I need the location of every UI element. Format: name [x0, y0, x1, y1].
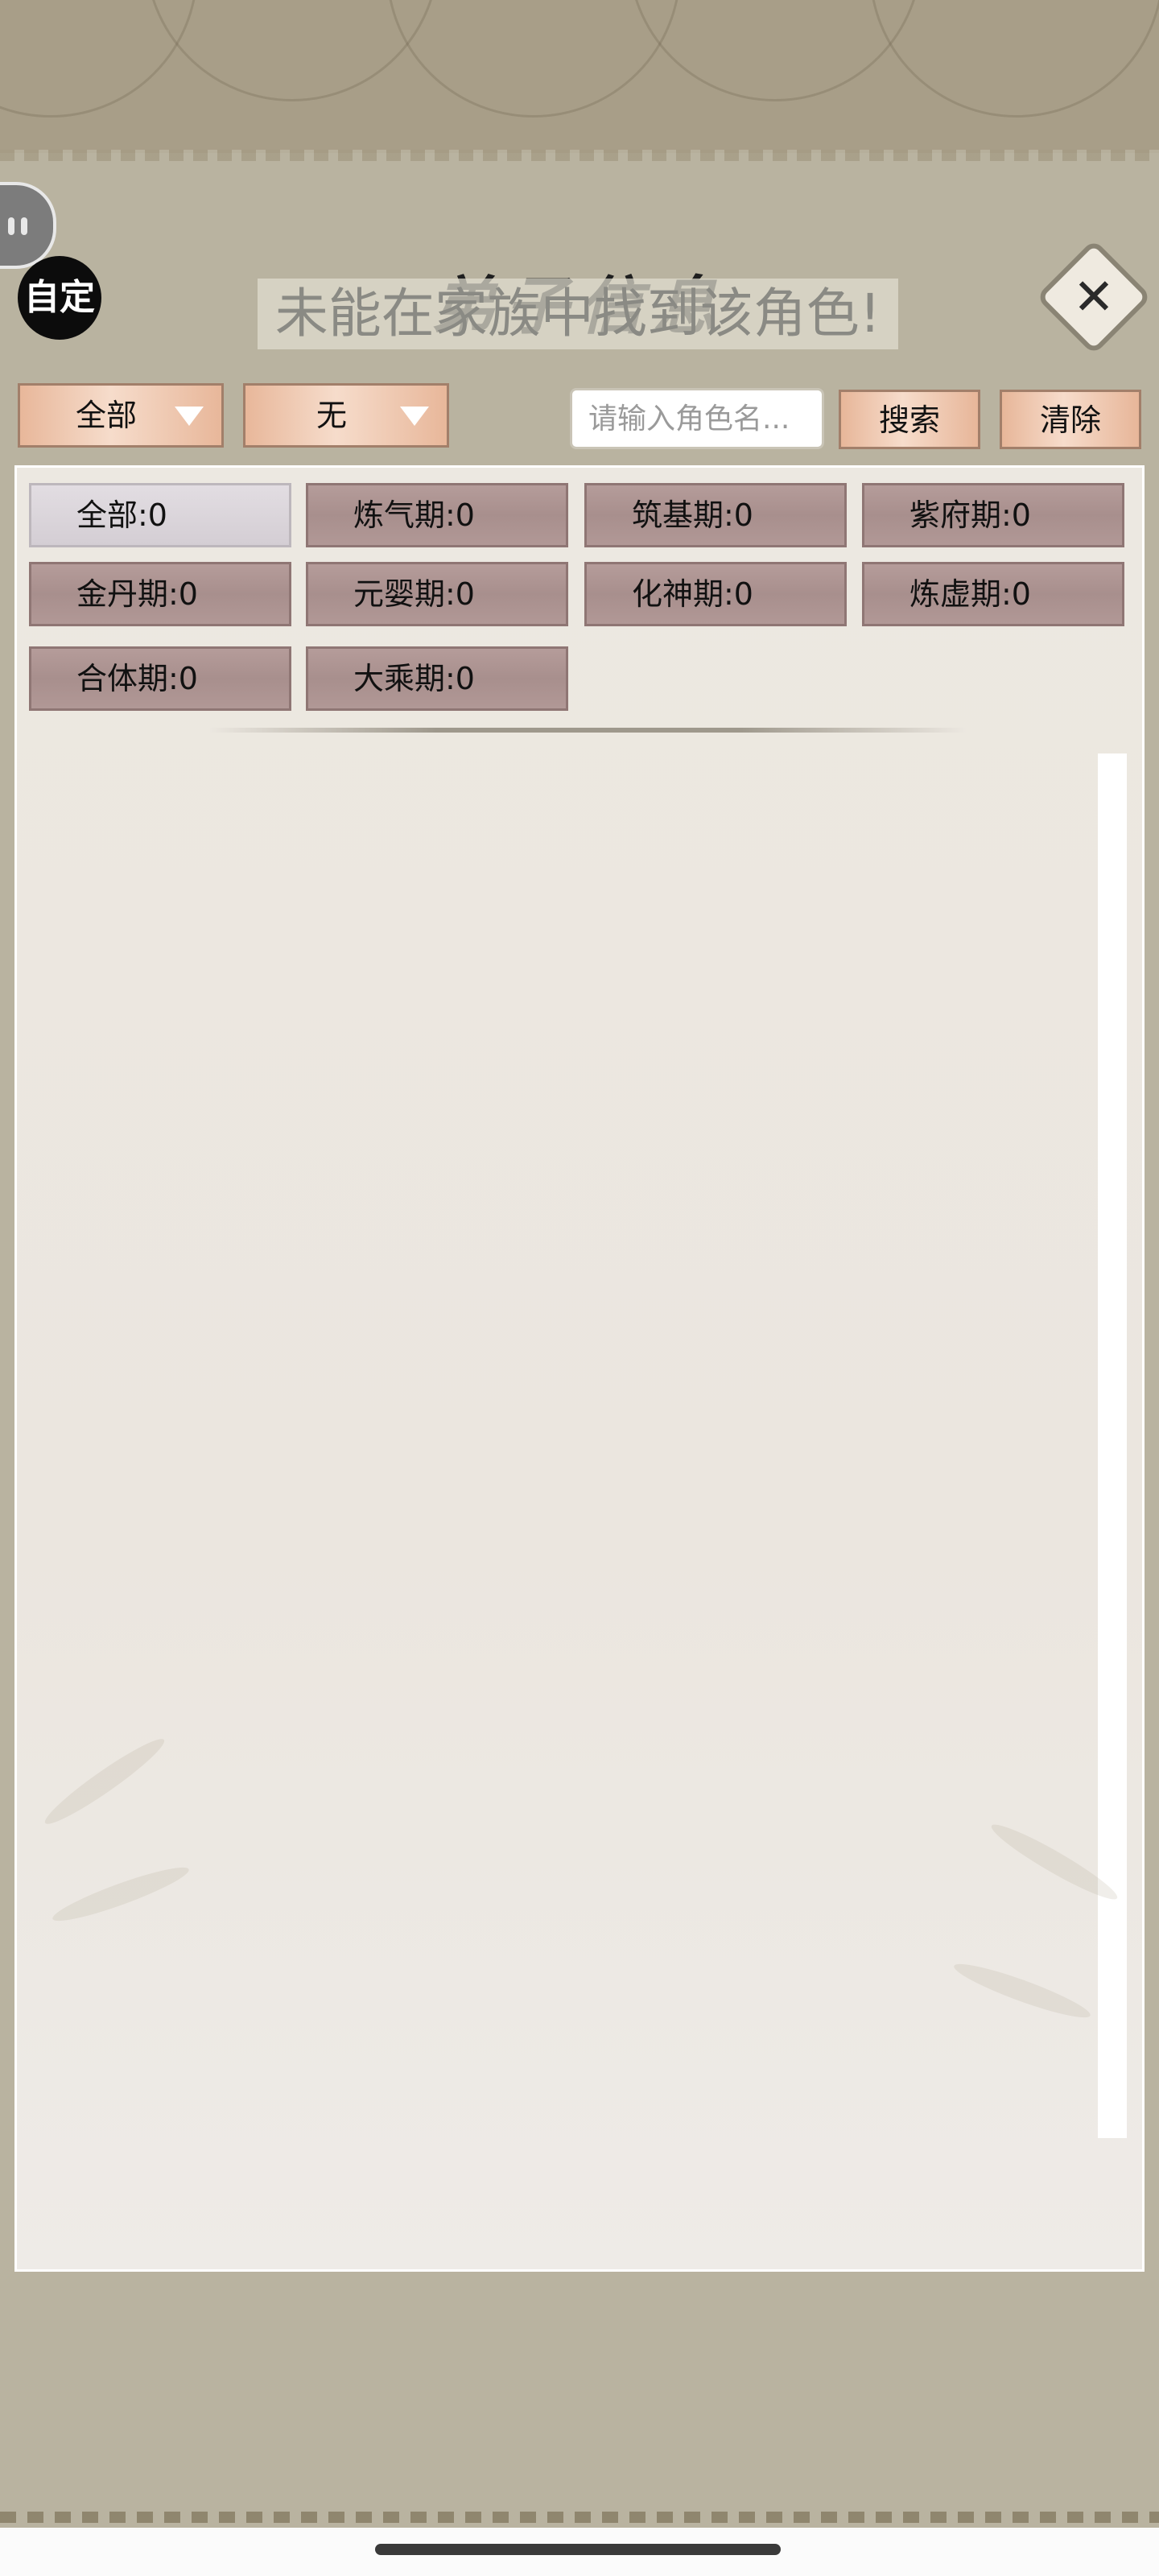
top-banner	[0, 0, 1159, 161]
realm-filter-dacheng[interactable]: 大乘期:0	[306, 646, 568, 711]
home-indicator[interactable]	[375, 2544, 781, 2555]
wave-pattern	[386, 0, 681, 118]
wave-pattern	[869, 0, 1159, 118]
list-scrollbar[interactable]	[1098, 753, 1127, 2138]
realm-filter-lianqi[interactable]: 炼气期:0	[306, 483, 568, 547]
clear-button[interactable]: 清除	[1000, 390, 1141, 449]
search-button[interactable]: 搜索	[839, 390, 980, 449]
filter-dropdown-secondary[interactable]: 无	[243, 383, 449, 448]
eye-icon	[8, 217, 14, 235]
dropdown-value: 全部	[75, 398, 137, 433]
panel-top-edge	[0, 150, 1159, 161]
content-area	[14, 465, 1145, 2272]
realm-filter-jindan[interactable]: 金丹期:0	[29, 562, 291, 626]
realm-filter-huashen[interactable]: 化神期:0	[584, 562, 847, 626]
filter-dropdown-category[interactable]: 全部	[18, 383, 224, 448]
close-icon: ✕	[1073, 267, 1115, 326]
triangle-down-icon	[400, 407, 429, 426]
panel-bottom-edge	[0, 2512, 1159, 2523]
triangle-down-icon	[175, 407, 204, 426]
dropdown-value: 无	[316, 398, 347, 433]
realm-filter-zifu[interactable]: 紫府期:0	[862, 483, 1124, 547]
custom-badge[interactable]: 自定	[18, 256, 101, 340]
toast-message: 未能在家族中找到该角色!	[258, 279, 898, 349]
realm-filter-heti[interactable]: 合体期:0	[29, 646, 291, 711]
divider	[209, 728, 966, 733]
realm-filter-lianxu[interactable]: 炼虚期:0	[862, 562, 1124, 626]
eye-icon	[21, 217, 27, 235]
search-input[interactable]	[570, 388, 824, 449]
realm-filter-zhuji[interactable]: 筑基期:0	[584, 483, 847, 547]
realm-filter-all[interactable]: 全部:0	[29, 483, 291, 547]
realm-filter-yuanying[interactable]: 元婴期:0	[306, 562, 568, 626]
